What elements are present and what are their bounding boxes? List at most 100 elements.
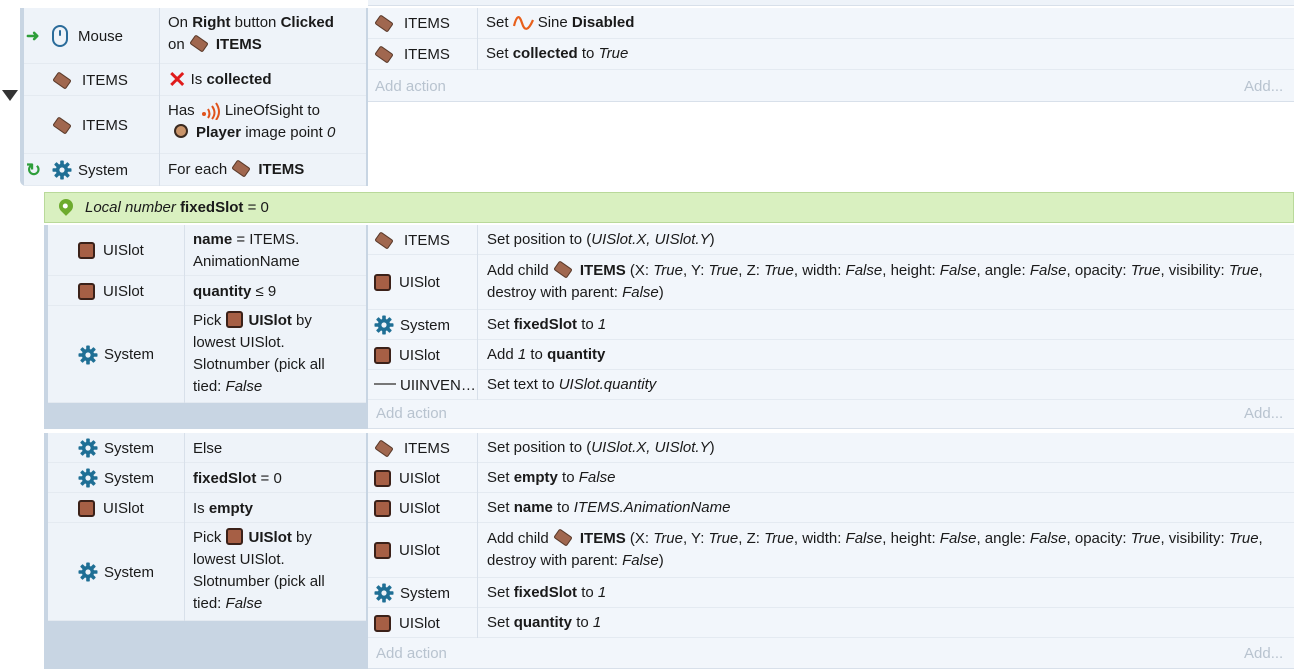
- action-text: Set fixedSlot to 1: [487, 316, 607, 333]
- condition-object: System: [78, 523, 154, 621]
- uislot-sprite-icon: [374, 346, 391, 364]
- uislot-sprite-icon: [78, 242, 95, 259]
- event-1-condition[interactable]: ITEMS Has LineOfSight to Player image poin…: [24, 96, 366, 154]
- condition-object: ITEMS: [52, 64, 182, 96]
- action-text: Add child ITEMS (X: True, Y: True, Z: Tr…: [487, 527, 1292, 572]
- event-3-action[interactable]: System Set fixedSlot to 1: [368, 578, 1294, 608]
- event-2-sub-margin: [68, 403, 368, 429]
- items-sprite-icon: [553, 259, 573, 279]
- condition-object: UISlot: [78, 225, 144, 276]
- event-3-condition[interactable]: System Else: [48, 433, 366, 463]
- action-text: Set Sine Disabled: [486, 14, 635, 31]
- event-2-action[interactable]: System Set fixedSlot to 1: [368, 310, 1294, 340]
- items-sprite-icon: [553, 527, 573, 547]
- action-object: ITEMS: [374, 225, 450, 255]
- event-1-condition[interactable]: Mouse On Right button Clicked on ITEMS: [24, 8, 366, 64]
- add-action-link[interactable]: Add action: [375, 78, 446, 95]
- uislot-sprite-icon: [374, 469, 391, 487]
- condition-text: Pick UISlot by lowest UISlot. Slotnumber (…: [193, 311, 325, 395]
- event-3-action[interactable]: UISlot Set quantity to 1: [368, 608, 1294, 638]
- condition-text: On Right button Clicked on ITEMS: [168, 14, 334, 53]
- condition-text: Has LineOfSight to Player image point 0: [168, 102, 336, 141]
- items-sprite-icon: [374, 45, 394, 64]
- uislot-sprite-icon: [374, 274, 391, 291]
- condition-text: fixedSlot = 0: [193, 470, 282, 487]
- condition-text: Else: [193, 440, 223, 457]
- event-1-condition[interactable]: ITEMS ✕ Is collected: [24, 64, 366, 96]
- condition-text: ✕ Is collected: [168, 67, 272, 93]
- condition-text: quantity ≤ 9: [193, 283, 277, 300]
- add-action-link[interactable]: Add action: [376, 405, 447, 422]
- action-object: ITEMS: [374, 39, 450, 70]
- add-menu-link[interactable]: Add...: [1244, 405, 1283, 422]
- condition-text: name = ITEMS. AnimationName: [193, 231, 300, 270]
- event-3-action[interactable]: UISlot Set empty to False: [368, 463, 1294, 493]
- event-2-condition[interactable]: UISlot quantity ≤ 9: [48, 276, 366, 306]
- condition-object: System: [78, 463, 154, 493]
- items-sprite-icon: [374, 230, 394, 250]
- event-3-condition[interactable]: UISlot Is empty: [48, 493, 366, 523]
- local-variable-row[interactable]: Local number fixedSlot = 0: [44, 192, 1294, 223]
- condition-object: ITEMS: [52, 96, 182, 154]
- collapse-toggle-icon[interactable]: [2, 90, 18, 101]
- condition-object: UISlot: [78, 276, 144, 306]
- condition-text: For each ITEMS: [168, 158, 364, 181]
- event-1-action[interactable]: ITEMS Set collected to True: [368, 39, 1294, 70]
- event-3-action[interactable]: UISlot Add child ITEMS (X: True, Y: True,…: [368, 523, 1294, 578]
- action-object: System: [374, 310, 450, 340]
- action-text: Add 1 to quantity: [487, 346, 606, 363]
- action-object: UISlot: [374, 523, 440, 578]
- event-3-condition[interactable]: System fixedSlot = 0: [48, 463, 366, 493]
- event-3-condition[interactable]: System Pick UISlot by lowest UISlot. Slotnu…: [48, 523, 366, 621]
- condition-object: System: [78, 433, 154, 463]
- prev-event-edge: [368, 0, 1294, 6]
- action-object: UISlot: [374, 255, 440, 310]
- action-text: Set text to UISlot.quantity: [487, 376, 657, 393]
- action-text: Add child ITEMS (X: True, Y: True, Z: Tr…: [487, 259, 1292, 304]
- action-text: Set position to (UISlot.X, UISlot.Y): [487, 439, 715, 456]
- action-text: Set fixedSlot to 1: [487, 584, 607, 601]
- local-variable-pin-icon: [56, 195, 76, 216]
- line-of-sight-icon: [201, 102, 220, 121]
- right-edge: [1294, 0, 1302, 671]
- action-object: UISlot: [374, 463, 440, 493]
- condition-object: System: [78, 306, 154, 403]
- event-1-action[interactable]: ITEMS Set Sine Disabled: [368, 8, 1294, 39]
- invert-condition-icon: ✕: [168, 67, 187, 93]
- uislot-sprite-icon: [374, 542, 391, 559]
- condition-object: Mouse: [52, 8, 182, 64]
- gear-icon: [78, 562, 98, 582]
- local-variable-text: Local number fixedSlot = 0: [85, 199, 269, 216]
- action-object: ITEMS: [374, 8, 450, 39]
- uislot-sprite-icon: [78, 499, 95, 517]
- uislot-sprite-icon: [225, 311, 243, 329]
- items-sprite-icon: [52, 115, 72, 135]
- event-2-condition[interactable]: System Pick UISlot by lowest UISlot. Slotnu…: [48, 306, 366, 403]
- action-object: UISlot: [374, 340, 440, 370]
- event-3-action[interactable]: UISlot Set name to ITEMS.AnimationName: [368, 493, 1294, 523]
- object-name: Mouse: [78, 27, 124, 45]
- event-2-action[interactable]: ITEMS Set position to (UISlot.X, UISlot.Y…: [368, 225, 1294, 255]
- items-sprite-icon: [374, 438, 394, 458]
- player-sprite-icon: [174, 124, 188, 139]
- text-object-icon: [374, 383, 396, 385]
- gear-icon: [78, 345, 98, 364]
- add-action-link[interactable]: Add action: [376, 645, 447, 662]
- add-menu-link[interactable]: Add...: [1244, 645, 1283, 662]
- event-1-condition[interactable]: System For each ITEMS: [24, 154, 366, 186]
- event-2-action[interactable]: UISlot Add 1 to quantity: [368, 340, 1294, 370]
- event-2-action[interactable]: UIINVEN… Set text to UISlot.quantity: [368, 370, 1294, 400]
- event-2-condition[interactable]: UISlot name = ITEMS. AnimationName: [48, 225, 366, 276]
- object-name: System: [78, 161, 129, 179]
- add-menu-link[interactable]: Add...: [1244, 78, 1283, 95]
- condition-object: System: [52, 154, 182, 186]
- event-2-action[interactable]: UISlot Add child ITEMS (X: True, Y: True,…: [368, 255, 1294, 310]
- action-object: ITEMS: [374, 433, 450, 463]
- gear-icon: [374, 315, 394, 335]
- condition-text: Pick UISlot by lowest UISlot. Slotnumber (…: [193, 528, 325, 612]
- action-object: UISlot: [374, 608, 440, 638]
- event-3-action[interactable]: ITEMS Set position to (UISlot.X, UISlot.Y…: [368, 433, 1294, 463]
- event-3-sub-margin: [68, 621, 368, 669]
- gear-icon: [78, 438, 98, 458]
- object-name: ITEMS: [82, 116, 128, 134]
